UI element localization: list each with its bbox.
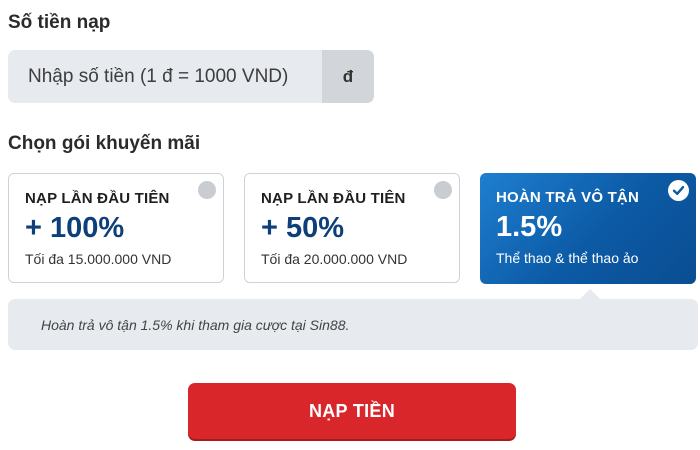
package-value: + 100% [25, 212, 125, 244]
package-title: NẠP LẦN ĐẦU TIÊN [25, 190, 170, 207]
amount-input[interactable] [8, 50, 322, 103]
package-value: 1.5% [496, 211, 563, 243]
amount-section-title: Số tiền nạp [8, 12, 111, 33]
promo-package-first-deposit-100[interactable]: NẠP LẦN ĐẦU TIÊN + 100% Tối đa 15.000.00… [8, 173, 224, 283]
deposit-button[interactable]: NẠP TIỀN [188, 383, 516, 439]
radio-unselected-icon[interactable] [198, 181, 216, 199]
package-note: Tối đa 15.000.000 VND [25, 251, 172, 267]
info-pointer [580, 289, 600, 299]
promo-package-first-deposit-50[interactable]: NẠP LẦN ĐẦU TIÊN + 50% Tối đa 20.000.000… [244, 173, 460, 283]
check-circle-icon[interactable] [668, 180, 689, 201]
amount-input-group: đ [8, 50, 374, 103]
package-note: Tối đa 20.000.000 VND [261, 251, 408, 267]
package-value: + 50% [261, 212, 345, 244]
checkmark-icon [672, 186, 685, 195]
currency-symbol: đ [322, 50, 374, 103]
selected-package-info: Hoàn trả vô tận 1.5% khi tham gia cược t… [8, 299, 698, 350]
promo-section-title: Chọn gói khuyến mãi [8, 133, 201, 154]
radio-unselected-icon[interactable] [434, 181, 452, 199]
promo-package-unlimited-cashback[interactable]: HOÀN TRẢ VÔ TẬN 1.5% Thể thao & thể thao… [480, 173, 696, 284]
package-title: NẠP LẦN ĐẦU TIÊN [261, 190, 406, 207]
package-note: Thể thao & thể thao ảo [496, 250, 639, 266]
package-title: HOÀN TRẢ VÔ TẬN [496, 189, 639, 206]
